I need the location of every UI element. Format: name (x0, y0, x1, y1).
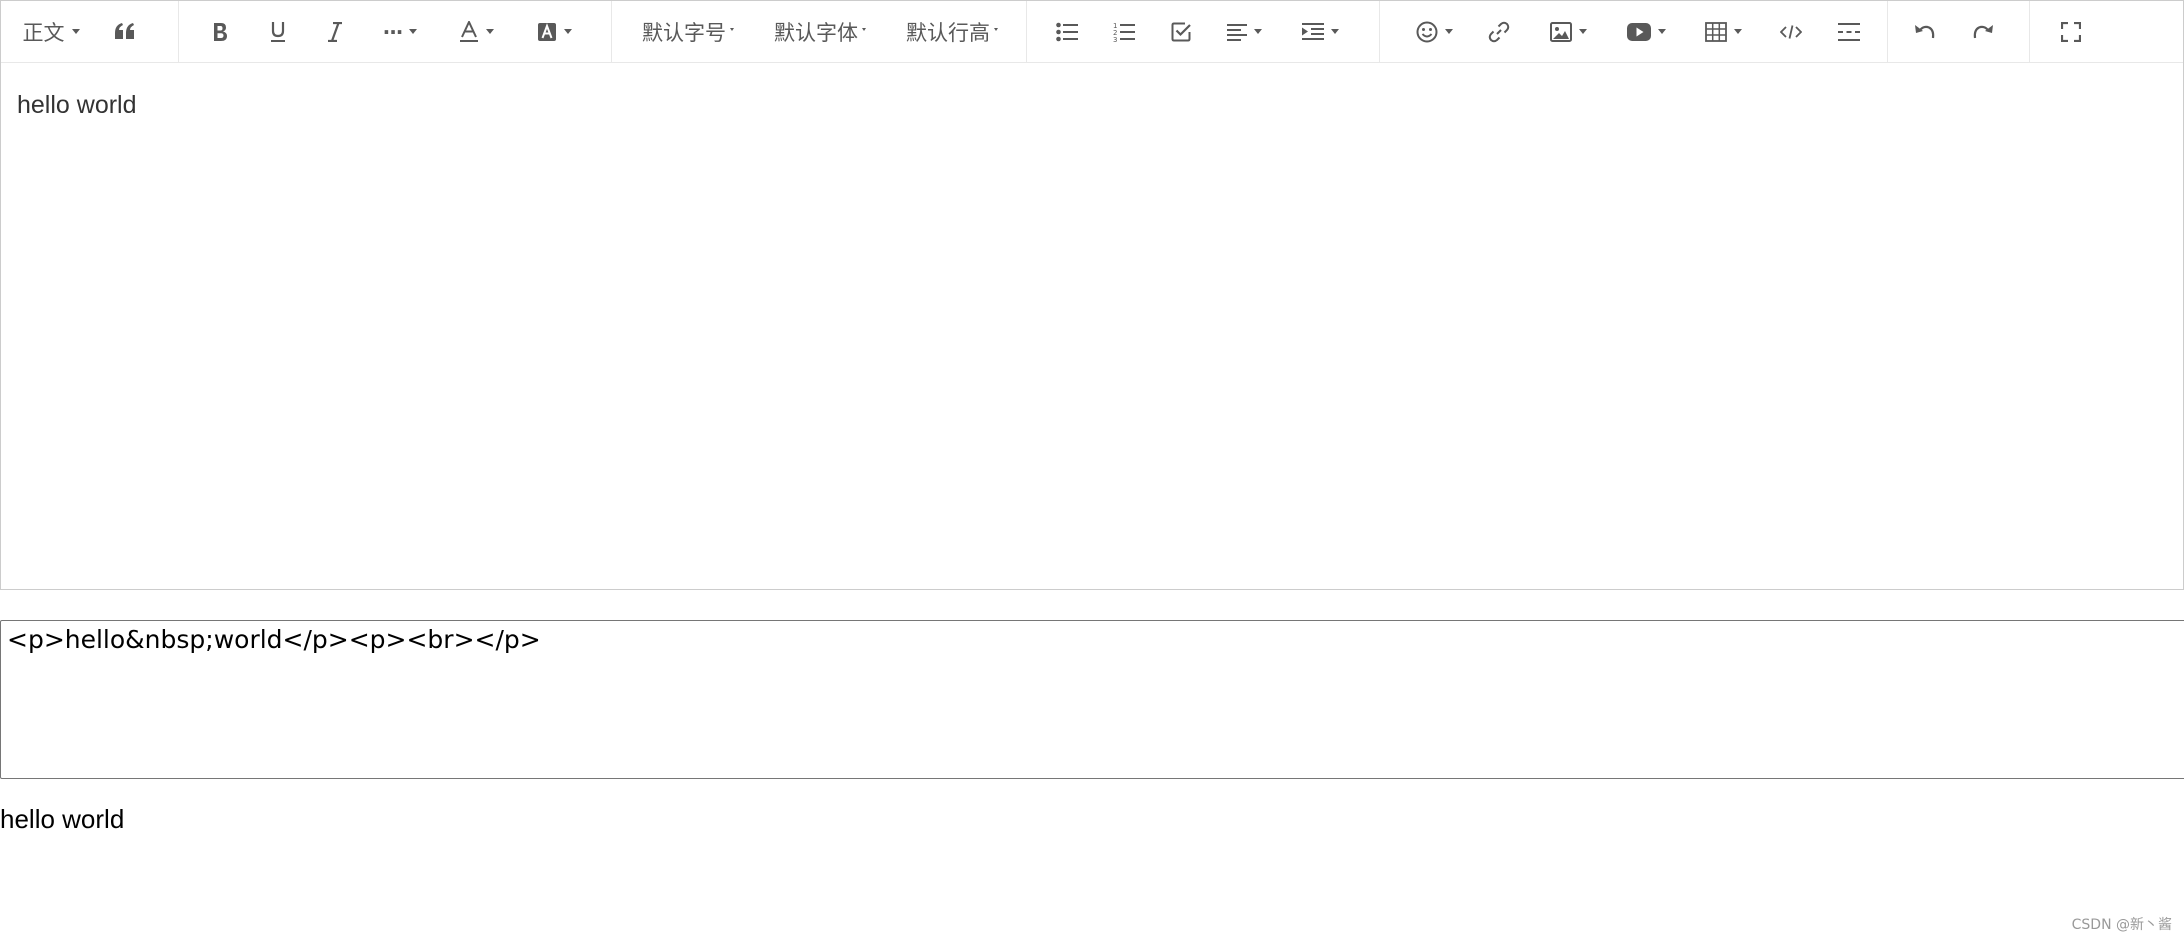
toolbar-group-insert (1380, 1, 1878, 63)
font-size-select-label: 默认字号 (642, 20, 726, 45)
indent-icon (1301, 22, 1324, 40)
chevron-down-icon (1444, 29, 1453, 34)
chevron-down-icon (1733, 29, 1742, 34)
more-style-icon: ··· (382, 19, 404, 44)
html-preview: hello world (0, 804, 125, 834)
font-color-icon (459, 20, 478, 42)
undo-icon (1915, 24, 1935, 38)
toolbar-group-history (1888, 1, 2012, 63)
justify-icon (1226, 23, 1247, 41)
line-height-select[interactable]: 默认行高 (886, 12, 1018, 52)
chevron-down-icon (1330, 29, 1339, 34)
editor-paragraph: hello world (17, 91, 137, 119)
chevron-down-icon (994, 28, 998, 31)
fullscreen-icon (2061, 21, 2081, 42)
bulleted-list-icon (1056, 22, 1078, 41)
undo-button[interactable] (1896, 12, 1954, 52)
chevron-down-icon (1578, 29, 1587, 34)
chevron-down-icon (730, 28, 734, 31)
numbered-list-button[interactable]: 1 2 3 (1095, 12, 1153, 52)
underline-button[interactable] (249, 12, 307, 52)
numbered-list-icon: 1 2 3 (1113, 22, 1135, 43)
toolbar-group-text-style: ··· (179, 1, 593, 63)
code-block-icon (1780, 24, 1802, 39)
table-icon (1704, 21, 1727, 42)
chevron-down-icon (485, 29, 494, 34)
chevron-down-icon (862, 28, 866, 31)
insert-image-button[interactable] (1528, 12, 1608, 52)
indent-button[interactable] (1279, 12, 1361, 52)
chevron-down-icon (1253, 29, 1262, 34)
redo-button[interactable] (1954, 12, 2012, 52)
rich-text-editor: 正文 ··· 默认字号 默认字体 默认行高 1 2 3 hello world (0, 0, 2184, 590)
insert-video-button[interactable] (1608, 12, 1684, 52)
bulleted-list-button[interactable] (1039, 12, 1095, 52)
link-icon (1488, 21, 1510, 42)
image-icon (1549, 21, 1572, 42)
font-family-select[interactable]: 默认字体 (754, 12, 886, 52)
todo-icon (1171, 22, 1191, 41)
todo-button[interactable] (1153, 12, 1209, 52)
background-color-button[interactable] (515, 12, 593, 52)
emotion-button[interactable] (1398, 12, 1470, 52)
bold-button[interactable] (191, 12, 249, 52)
insert-link-button[interactable] (1470, 12, 1528, 52)
blockquote-button[interactable] (95, 12, 155, 52)
font-color-button[interactable] (437, 12, 515, 52)
editor-toolbar: 正文 ··· 默认字号 默认字体 默认行高 1 2 3 (1, 0, 2183, 63)
code-block-button[interactable] (1762, 12, 1820, 52)
html-output-textarea[interactable]: <p>hello&nbsp;world</p><p><br></p> (0, 620, 2184, 779)
chevron-down-icon (71, 29, 80, 34)
watermark: CSDN @新丶酱 (2071, 917, 2172, 933)
divider-icon (1838, 22, 1860, 41)
background-color-icon (537, 22, 556, 41)
font-family-select-label: 默认字体 (774, 20, 858, 45)
chevron-down-icon (563, 29, 572, 34)
blockquote-icon (115, 22, 134, 39)
video-icon (1626, 22, 1651, 41)
chevron-down-icon (409, 29, 418, 34)
insert-table-button[interactable] (1684, 12, 1762, 52)
toolbar-group-paragraph: 正文 (7, 1, 155, 63)
editor-content[interactable]: hello world (1, 63, 2183, 148)
justify-button[interactable] (1209, 12, 1279, 52)
emotion-icon (1416, 21, 1437, 42)
underline-icon (271, 21, 285, 42)
bold-icon (214, 22, 227, 41)
fullscreen-button[interactable] (2042, 12, 2100, 52)
heading-select-label: 正文 (22, 20, 65, 45)
chevron-down-icon (1657, 29, 1666, 34)
more-style-button[interactable]: ··· (363, 12, 437, 52)
redo-icon (1973, 24, 1993, 38)
toolbar-group-font: 默认字号 默认字体 默认行高 (612, 1, 1018, 63)
svg-text:3: 3 (1113, 36, 1117, 43)
italic-button[interactable] (307, 12, 363, 52)
font-size-select[interactable]: 默认字号 (622, 12, 754, 52)
italic-icon (328, 21, 342, 42)
toolbar-group-view (2030, 1, 2100, 63)
heading-select[interactable]: 正文 (7, 12, 95, 52)
divider-button[interactable] (1820, 12, 1878, 52)
toolbar-group-lists: 1 2 3 (1027, 1, 1361, 63)
line-height-select-label: 默认行高 (906, 20, 990, 45)
